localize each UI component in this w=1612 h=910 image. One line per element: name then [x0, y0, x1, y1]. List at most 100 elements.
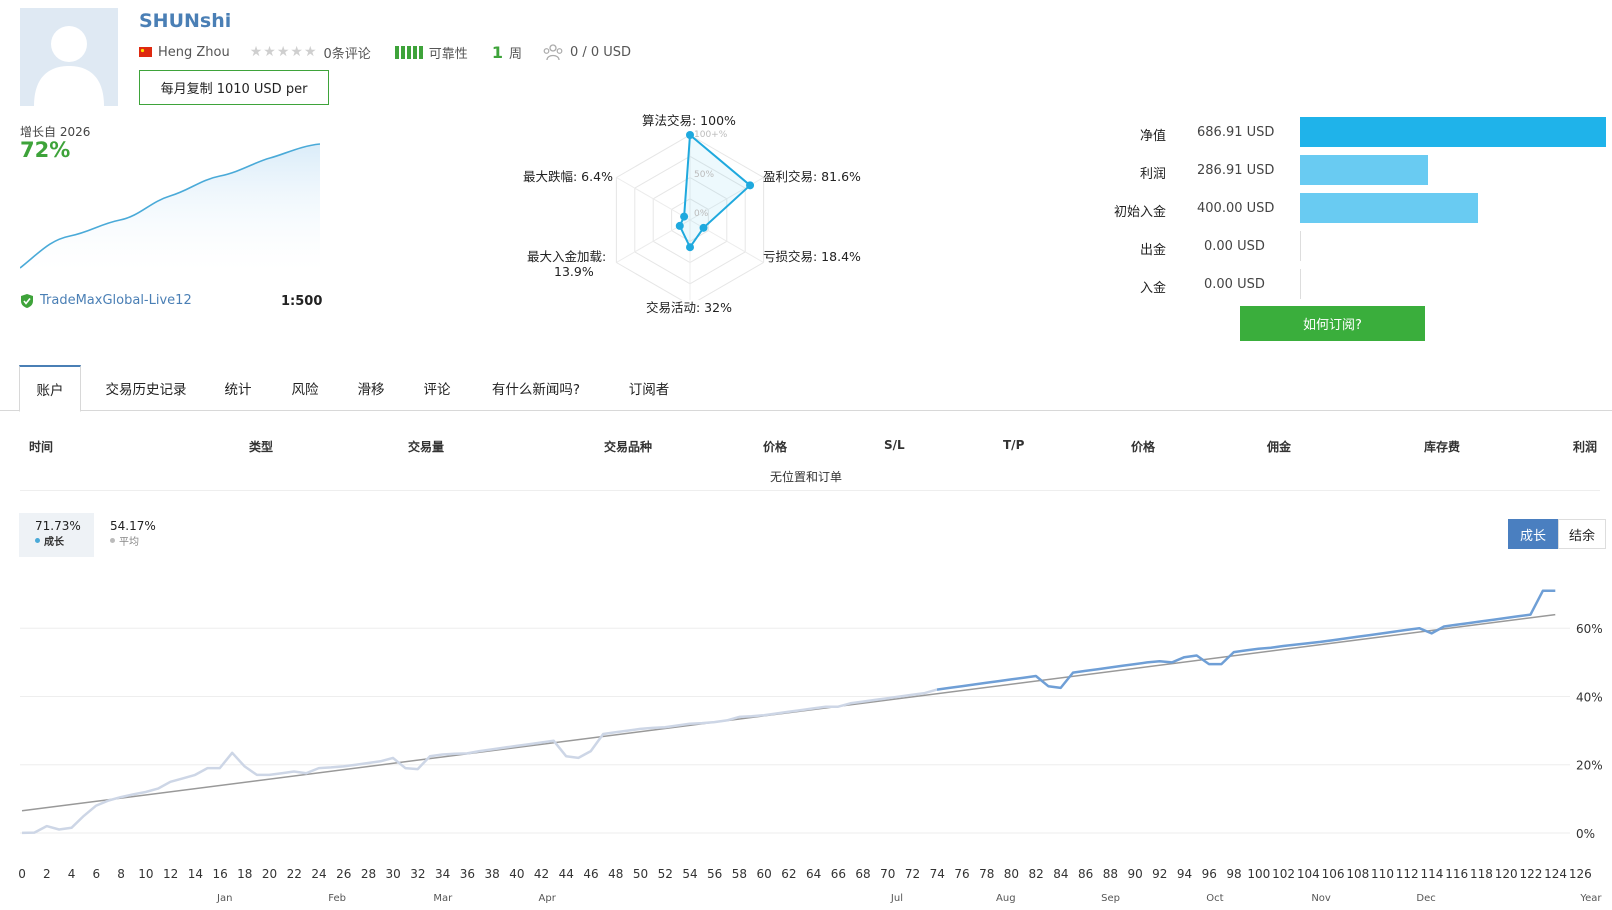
stat-label-1: 利润 [1139, 167, 1166, 182]
trader-meta-row: Heng Zhou ★★★★★ 0条评论 可靠性 1 周 0 / 0 USD [139, 42, 637, 62]
growth-chart: 0% 20% 40% 60% [20, 589, 1603, 841]
month-label: Oct [1206, 893, 1224, 904]
radar-ring-0: 0% [694, 209, 709, 219]
col-header-price[interactable]: 价格 [763, 438, 787, 455]
x-tick-label: 62 [781, 867, 797, 881]
col-header-symbol[interactable]: 交易品种 [604, 438, 652, 455]
tab-news[interactable]: 有什么新闻吗? [480, 365, 592, 411]
stat-value-1: 286.91 USD [1197, 163, 1275, 178]
x-tick-label: 12 [162, 867, 179, 881]
x-tick-label: 108 [1346, 867, 1370, 881]
col-header-volume[interactable]: 交易量 [408, 438, 444, 455]
col-header-tp[interactable]: T/P [1003, 438, 1024, 452]
radar-shape [678, 132, 752, 250]
server-name: TradeMaxGlobal-Live12 [40, 293, 192, 308]
y-tick-label-3: 60% [1576, 622, 1603, 636]
stat-value-4: 0.00 USD [1204, 277, 1265, 292]
radar-point-0 [686, 131, 694, 139]
tab-account[interactable]: 账户 [19, 365, 81, 412]
radar-label-drawdown: 最大跌幅: 6.4% [523, 169, 613, 184]
reviews-link[interactable]: 0条评论 [324, 43, 371, 62]
x-tick-label: 104 [1296, 867, 1320, 881]
x-tick-label: 90 [1127, 867, 1143, 881]
x-tick-label: 6 [92, 867, 101, 881]
x-tick-label: 4 [67, 867, 76, 881]
location-text: Heng Zhou [158, 44, 230, 60]
col-header-profit[interactable]: 利润 [1573, 438, 1597, 455]
col-header-type[interactable]: 类型 [249, 438, 273, 455]
x-tick-label: 122 [1519, 867, 1543, 881]
y-tick-label-2: 40% [1576, 690, 1603, 704]
radar-ring-50: 50% [694, 170, 715, 180]
user-silhouette-icon [34, 26, 104, 106]
tab-statistics[interactable]: 统计 [212, 365, 264, 411]
stat-bar-1 [1300, 155, 1428, 185]
month-label: Dec [1416, 893, 1436, 904]
legend-average-dot [110, 538, 115, 543]
legend-average[interactable]: 54.17% 平均 [94, 513, 174, 557]
tab-trade-history[interactable]: 交易历史记录 [94, 365, 198, 411]
x-tick-label: 52 [657, 867, 673, 881]
x-tick-label: 70 [880, 867, 896, 881]
month-label: Feb [328, 893, 347, 904]
x-tick-label: 124 [1544, 867, 1568, 881]
stat-value-3: 0.00 USD [1204, 239, 1265, 254]
x-tick-label: 34 [435, 867, 451, 881]
x-tick-label: 114 [1420, 867, 1444, 881]
weeks-count: 1 [491, 42, 503, 62]
col-header-time[interactable]: 时间 [29, 438, 53, 455]
x-tick-label: 116 [1445, 867, 1469, 881]
x-tick-label: 72 [904, 867, 921, 881]
page-title[interactable]: SHUNshi [139, 10, 231, 32]
reliability-label: 可靠性 [428, 46, 468, 62]
radar-label-profit: 盈利交易: 81.6% [763, 169, 861, 184]
server-link[interactable]: TradeMaxGlobal-Live12 [20, 293, 192, 308]
growth-series-line [936, 589, 1556, 691]
rating-stars[interactable]: ★★★★★ [250, 44, 318, 60]
x-tick-label: 22 [286, 867, 302, 881]
leverage-value: 1:500 [281, 294, 323, 309]
month-label: Apr [538, 893, 556, 904]
x-tick-label: 40 [509, 867, 525, 881]
x-tick-label: 14 [187, 867, 203, 881]
x-tick-label: 30 [385, 867, 401, 881]
how-to-subscribe-button[interactable]: 如何订阅? [1240, 306, 1425, 341]
x-tick-label: 86 [1077, 867, 1094, 881]
tab-risk[interactable]: 风险 [280, 365, 330, 411]
copy-subscribe-button[interactable]: 每月复制 1010 USD per [139, 70, 329, 105]
x-tick-label: 0 [18, 867, 26, 881]
avatar[interactable] [20, 8, 118, 106]
month-label: Jul [890, 893, 903, 904]
toggle-balance-button[interactable]: 结余 [1558, 519, 1606, 549]
x-tick-label: 24 [311, 867, 327, 881]
subscribers-icon [543, 44, 563, 61]
x-tick-label: 8 [117, 867, 125, 881]
radar-point-4 [675, 221, 684, 230]
table-divider [20, 490, 1600, 491]
x-tick-label: 98 [1226, 867, 1242, 881]
stat-value-0: 686.91 USD [1197, 125, 1275, 140]
x-tick-label: 48 [608, 867, 624, 881]
stat-label-4: 入金 [1139, 281, 1166, 296]
x-tick-label: 78 [979, 867, 995, 881]
reliability-bars-icon [394, 45, 423, 59]
x-tick-label: 44 [558, 867, 574, 881]
x-tick-label: 94 [1176, 867, 1193, 881]
month-label: Jan [217, 893, 233, 904]
legend-growth[interactable]: 71.73% 成长 [19, 513, 94, 557]
toggle-growth-button[interactable]: 成长 [1508, 519, 1558, 549]
col-header-sl[interactable]: S/L [884, 438, 905, 452]
col-header-price-2[interactable]: 价格 [1131, 438, 1155, 455]
x-tick-label: 106 [1321, 867, 1345, 881]
x-tick-label: 74 [929, 867, 945, 881]
tab-slippage[interactable]: 滑移 [346, 365, 396, 411]
stat-label-2: 初始入金 [1113, 205, 1166, 220]
mini-growth-area [20, 144, 320, 272]
tab-reviews[interactable]: 评论 [412, 365, 462, 411]
col-header-commission[interactable]: 佣金 [1267, 438, 1291, 455]
tab-subscribers[interactable]: 订阅者 [614, 365, 684, 411]
legend-average-value: 54.17% [110, 519, 156, 533]
x-tick-label: 2 [43, 867, 51, 881]
x-tick-label: 96 [1201, 867, 1217, 881]
col-header-swap[interactable]: 库存费 [1424, 438, 1460, 455]
